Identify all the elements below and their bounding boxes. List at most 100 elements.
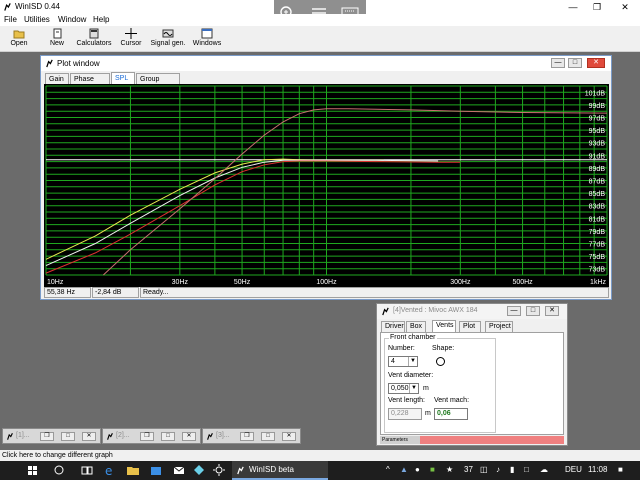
close-button[interactable]: ✕ xyxy=(612,0,638,14)
close-button[interactable]: ✕ xyxy=(282,432,296,441)
y-tick-label: 95dB xyxy=(589,128,606,135)
input-language[interactable]: DEU xyxy=(565,465,582,474)
open-button[interactable]: Open xyxy=(6,27,32,51)
cursor-label: Cursor xyxy=(120,40,142,47)
minimized-window-2[interactable]: [2]... ❐ □ ✕ xyxy=(102,428,201,444)
plot-minimize-button[interactable]: — xyxy=(551,58,565,68)
box-close-button[interactable]: ✕ xyxy=(545,306,559,316)
box-minimize-button[interactable]: — xyxy=(507,306,521,316)
minimize-button[interactable]: — xyxy=(560,0,586,14)
box-window-title-bar[interactable]: [4]Vented : Mivoc AWX 184 — □ ✕ xyxy=(377,304,567,319)
number-label: Number: xyxy=(388,345,415,352)
plot-close-button[interactable]: ✕ xyxy=(587,58,605,68)
cursor-button[interactable]: Cursor xyxy=(118,27,144,51)
task-view-icon[interactable] xyxy=(80,461,94,480)
spl-plot[interactable]: 101dB 99dB 97dB 95dB 93dB 91dB 89dB 87dB 85dB 83d… xyxy=(44,84,609,287)
signal-gen-label: Signal gen. xyxy=(150,40,186,47)
notification-icon[interactable]: ■ xyxy=(618,465,623,474)
restore-button[interactable]: ❐ xyxy=(240,432,254,441)
new-button[interactable]: New xyxy=(44,27,70,51)
tab-box[interactable]: Box xyxy=(406,321,426,332)
taskbar-winisd-button[interactable]: WinISD beta xyxy=(232,461,328,480)
bluetooth-icon[interactable]: ▲ xyxy=(400,465,408,474)
tray-app2-icon[interactable]: ★ xyxy=(446,465,453,474)
shape-round-icon[interactable] xyxy=(436,357,445,366)
cursor-frequency: 55,38 Hz xyxy=(44,287,91,298)
restore-button[interactable]: ❐ xyxy=(40,432,54,441)
y-tick-label: 77dB xyxy=(589,242,606,249)
edge-icon[interactable]: e xyxy=(103,461,117,480)
store-icon[interactable] xyxy=(149,461,163,480)
app-icon xyxy=(207,433,213,440)
y-tick-label: 101dB xyxy=(585,90,606,97)
nvidia-icon[interactable]: ■ xyxy=(430,465,435,474)
maximize-button[interactable]: □ xyxy=(261,432,275,441)
app-status-bar[interactable]: Click here to change different graph xyxy=(0,450,640,461)
tab-vents[interactable]: Vents xyxy=(432,320,456,332)
vent-diameter-value: 0,050 xyxy=(391,385,409,392)
menu-window[interactable]: Window xyxy=(58,15,86,24)
app-icon xyxy=(4,3,11,11)
network-icon[interactable]: ◫ xyxy=(480,465,488,474)
y-tick-label: 81dB xyxy=(589,216,606,223)
app-pinned-icon[interactable] xyxy=(192,461,206,480)
minimized-window-3[interactable]: [3]... ❐ □ ✕ xyxy=(202,428,301,444)
calculators-button[interactable]: Calculators xyxy=(76,27,112,51)
x-tick-label: 50Hz xyxy=(234,279,251,286)
box-maximize-button[interactable]: □ xyxy=(526,306,540,316)
maximize-button[interactable]: □ xyxy=(61,432,75,441)
vent-diameter-unit: m xyxy=(423,385,429,392)
chevron-up-icon[interactable]: ^ xyxy=(386,465,390,474)
minimized-window-1[interactable]: [1]... ❐ □ ✕ xyxy=(2,428,101,444)
y-tick-label: 97dB xyxy=(589,116,606,123)
signal-generator-icon xyxy=(162,29,174,38)
vent-diameter-select[interactable]: 0,050 ▼ xyxy=(388,383,419,394)
windows-label: Windows xyxy=(192,40,222,47)
calculator-icon xyxy=(89,28,99,39)
folder-icon[interactable] xyxy=(126,461,140,480)
close-button[interactable]: ✕ xyxy=(182,432,196,441)
windows-button[interactable]: Windows xyxy=(191,27,223,51)
y-tick-label: 91dB xyxy=(589,153,606,160)
menu-help[interactable]: Help xyxy=(93,15,109,24)
svg-text:e: e xyxy=(105,464,112,478)
number-value: 4 xyxy=(391,358,395,365)
x-tick-label: 10Hz xyxy=(47,279,64,286)
signal-gen-button[interactable]: Signal gen. xyxy=(150,27,186,51)
tab-plot[interactable]: Plot xyxy=(459,321,481,332)
app-icon xyxy=(107,433,113,440)
new-document-icon xyxy=(53,28,62,39)
temperature-text: 37 xyxy=(464,465,473,474)
menu-file[interactable]: File xyxy=(4,15,17,24)
plot-maximize-button[interactable]: □ xyxy=(568,58,582,68)
clock[interactable]: 11:08 xyxy=(588,465,607,474)
maximize-button[interactable]: □ xyxy=(161,432,175,441)
x-tick-label: 500Hz xyxy=(512,279,533,286)
start-icon[interactable] xyxy=(26,461,40,480)
battery-icon[interactable]: ▮ xyxy=(510,465,514,474)
plot-window-title-bar[interactable]: Plot window — □ ✕ xyxy=(41,56,611,71)
maximize-button[interactable]: ❐ xyxy=(584,0,610,14)
crosshair-icon xyxy=(125,28,137,39)
number-select[interactable]: 4 ▼ xyxy=(388,356,418,367)
app-icon xyxy=(237,466,244,475)
restore-button[interactable]: ❐ xyxy=(140,432,154,441)
y-tick-label: 99dB xyxy=(589,103,606,110)
volume-icon[interactable]: ♪ xyxy=(496,465,500,474)
menu-utilities[interactable]: Utilities xyxy=(24,15,50,24)
search-icon[interactable] xyxy=(52,461,66,480)
mail-icon[interactable] xyxy=(172,461,186,480)
toolbar: Open New Calculators Cursor Signal gen. … xyxy=(0,26,640,52)
calculators-label: Calculators xyxy=(76,40,112,47)
plot-status-text: Ready... xyxy=(140,287,609,298)
vent-length-unit: m xyxy=(425,410,431,417)
display-icon[interactable]: □ xyxy=(524,465,529,474)
close-button[interactable]: ✕ xyxy=(82,432,96,441)
tab-project[interactable]: Project xyxy=(485,321,513,332)
settings-icon[interactable] xyxy=(212,461,226,480)
taskbar-app-label: WinISD beta xyxy=(249,465,294,474)
onedrive-icon[interactable]: ☁ xyxy=(540,465,548,474)
tray-app-icon[interactable]: ● xyxy=(415,465,420,474)
tab-driver[interactable]: Driver xyxy=(381,321,405,332)
vent-length-field[interactable]: 0,228 xyxy=(388,408,422,420)
